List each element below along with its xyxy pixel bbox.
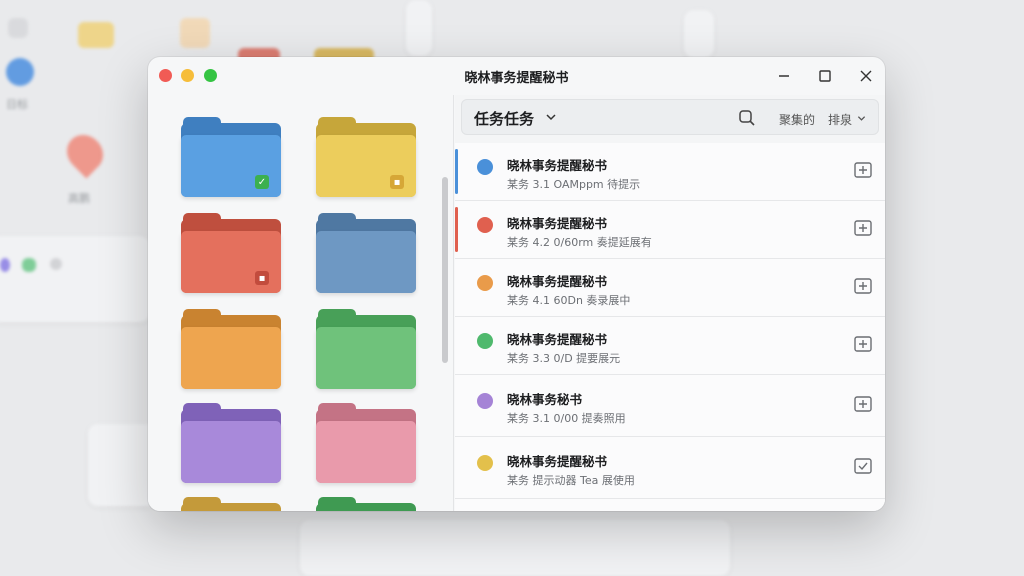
folder-icon (78, 22, 114, 48)
add-task-icon[interactable] (853, 334, 873, 354)
title-bar: 晓林事务提醒秘书 (148, 57, 885, 95)
search-icon[interactable] (738, 109, 756, 127)
folder-partial[interactable] (181, 497, 281, 511)
filter-dropdown[interactable]: 排泉 (828, 111, 852, 128)
task-name: 晓林事务提醒秘书 (507, 332, 608, 347)
folder-front (316, 327, 416, 389)
folder-partial[interactable] (316, 497, 416, 511)
gear-icon (6, 58, 34, 86)
scrollbar[interactable] (442, 177, 448, 363)
background-panel (684, 10, 714, 58)
folder-yellow[interactable]: ▪ (316, 117, 416, 197)
task-row[interactable]: 晓林事务提醒秘书 某务 3.1 OAMppm 待提示 (455, 143, 885, 201)
task-subtitle: 某务 3.3 0/D 提要展元 (507, 352, 621, 365)
folder-front (316, 231, 416, 293)
add-task-icon[interactable] (853, 218, 873, 238)
status-dot (477, 333, 493, 349)
background-panel (0, 236, 150, 322)
folder-purple[interactable] (181, 403, 281, 483)
task-subtitle: 某务 4.2 0/60rm 奏提延展有 (507, 236, 652, 249)
task-subtitle: 某务 4.1 60Dn 奏录展中 (507, 294, 631, 307)
background-panel (300, 520, 730, 576)
task-row[interactable]: 晓林事务提醒秘书 某务 4.1 60Dn 奏录展中 (455, 259, 885, 317)
add-task-icon[interactable] (853, 394, 873, 414)
maximize-button[interactable] (814, 65, 836, 87)
task-name: 晓林事务提醒秘书 (507, 274, 608, 289)
chevron-down-icon[interactable] (857, 114, 866, 123)
doc-icon: ▪ (255, 271, 269, 285)
task-name: 晓林事务提醒秘书 (507, 158, 608, 173)
chevron-down-icon[interactable] (545, 111, 557, 123)
task-subtitle: 某务 3.1 OAMppm 待提示 (507, 178, 641, 191)
check-task-icon[interactable] (853, 456, 873, 476)
maximize-icon (819, 70, 831, 82)
task-name: 晓林事务提醒秘书 (507, 216, 608, 231)
folder-pink[interactable] (316, 403, 416, 483)
status-dot (477, 393, 493, 409)
close-icon (860, 70, 872, 82)
status-dot (477, 275, 493, 291)
task-accent-bar (455, 207, 458, 252)
play-icon (22, 258, 36, 272)
task-row[interactable]: 晓林事务提醒秘书 某务 3.3 0/D 提要展元 (455, 317, 885, 375)
folder-front (181, 421, 281, 483)
folder-front (181, 327, 281, 389)
close-button[interactable] (855, 65, 877, 87)
folder-back (181, 503, 281, 511)
folder-red[interactable]: ▪ (181, 213, 281, 293)
folder-pane: ✓ ▪ ▪ (148, 95, 454, 511)
status-dot (477, 159, 493, 175)
task-name: 晓林事务秘书 (507, 392, 583, 407)
folder-steel[interactable] (316, 213, 416, 293)
background-panel (406, 0, 432, 56)
minimize-button[interactable] (773, 65, 795, 87)
task-row[interactable]: 晓林事务提醒秘书 某务 提示动器 Tea 展使用 (455, 437, 885, 499)
stop-icon (50, 258, 62, 270)
status-dot (477, 217, 493, 233)
task-name: 晓林事务提醒秘书 (507, 454, 608, 469)
list-title-dropdown[interactable]: 任务任务 (474, 108, 534, 129)
task-row[interactable]: 晓林事务秘书 某务 3.1 0/00 提奏照用 (455, 375, 885, 437)
task-subtitle: 某务 3.1 0/00 提奏照用 (507, 412, 626, 425)
task-subtitle: 某务 提示动器 Tea 展使用 (507, 474, 635, 487)
app-icon (8, 18, 28, 38)
task-accent-bar (455, 149, 458, 194)
background-label: 日标 (6, 98, 28, 111)
task-row[interactable]: 晓林事务提醒秘书 某务 4.2 0/60rm 奏提延展有 (455, 201, 885, 259)
pin-icon (59, 127, 111, 179)
task-row-partial[interactable] (455, 499, 885, 511)
add-task-icon[interactable] (853, 160, 873, 180)
folder-front (316, 421, 416, 483)
folder-green[interactable] (316, 309, 416, 389)
check-icon: ✓ (255, 175, 269, 189)
task-toolbar: 任务任务 聚集的 排泉 (461, 99, 879, 135)
background-label: 高鹏 (68, 192, 90, 205)
doc-icon: ▪ (390, 175, 404, 189)
sort-button[interactable]: 聚集的 (779, 111, 815, 128)
folder-back (316, 503, 416, 511)
purple-dot-icon (0, 258, 10, 272)
add-task-icon[interactable] (853, 276, 873, 296)
note-icon (180, 18, 210, 48)
status-dot (477, 455, 493, 471)
folder-orange[interactable] (181, 309, 281, 389)
app-window: 晓林事务提醒秘书 ✓ ▪ ▪ 任务任务 聚集的 排泉 晓林事务提醒秘书 某务 3… (148, 57, 885, 511)
minimize-icon (779, 75, 789, 77)
folder-blue[interactable]: ✓ (181, 117, 281, 197)
task-pane: 任务任务 聚集的 排泉 晓林事务提醒秘书 某务 3.1 OAMppm 待提示 晓… (455, 95, 885, 511)
